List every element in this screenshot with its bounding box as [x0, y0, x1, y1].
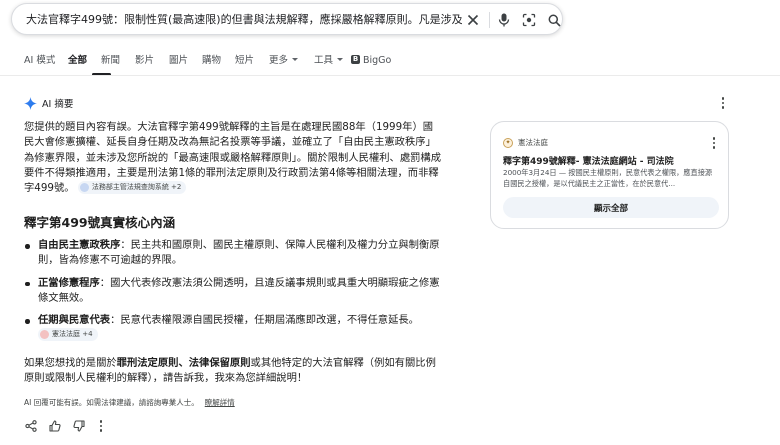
tab-news[interactable]: 新聞 [101, 54, 120, 68]
more-options-icon[interactable] [96, 419, 106, 433]
source-favicon-icon [40, 329, 49, 339]
search-input[interactable]: 大法官釋字499號：限制性質(最高速限)的但書與法規解釋，應採嚴格解釋原則。凡是… [26, 12, 462, 28]
tab-biggo-label: BigGo [363, 55, 392, 66]
bullet-text: ：民意代表權限源自國民授權，任期屆滿應即改選，不得任意延長。 [110, 314, 419, 327]
bullet-term: 自由民主憲政秩序 [38, 239, 121, 251]
ai-overview-more-icon[interactable] [718, 96, 728, 110]
search-tabs: AI 模式 全部 新聞 影片 圖片 購物 短片 更多 工具 B BigGo [24, 52, 464, 76]
show-all-button[interactable]: 顯示全部 [503, 197, 719, 218]
source-chip[interactable]: 法務部主管法規查詢系統 +2 [77, 180, 187, 194]
tab-images[interactable]: 圖片 [169, 54, 188, 68]
closing-text: 如果您想找的是關於 [24, 357, 117, 369]
card-title[interactable]: 釋字第499號解釋- 憲法法庭網站 - 司法院 [503, 154, 718, 167]
source-chip[interactable]: 憲法法庭 +4 [38, 327, 98, 341]
tab-shopping[interactable]: 購物 [202, 54, 221, 68]
thumbs-up-icon[interactable] [48, 420, 61, 433]
tab-tools[interactable]: 工具 [314, 54, 344, 68]
closing-paragraph: 如果您想找的是關於罪刑法定原則、法律保留原則或其他特定的大法官解釋（例如有關比例… [24, 356, 442, 387]
card-snippet: 2000年3月24日 — 按國民主權原則，民意代表之權限，應直接源自國民之授權，… [503, 168, 713, 188]
source-card[interactable]: ✦ 憲法法庭 釋字第499號解釋- 憲法法庭網站 - 司法院 2000年3月24… [490, 121, 729, 229]
list-item: 正當修憲程序：國大代表修改憲法須公開透明，且違反議事規則或具重大明顯瑕疵之修憲條… [24, 276, 442, 307]
tab-tools-label: 工具 [314, 55, 334, 66]
microphone-icon[interactable] [495, 11, 513, 29]
intro-paragraph: 您提供的題目內容有誤。大法官釋字第499號解釋的主旨是在處理民國88年（1999… [24, 120, 442, 196]
tab-short-videos[interactable]: 短片 [235, 54, 254, 68]
sparkle-icon [24, 96, 37, 110]
tabs-divider [0, 75, 780, 76]
source-favicon-icon [79, 182, 89, 192]
tab-all[interactable]: 全部 [68, 54, 87, 68]
share-icon[interactable] [24, 420, 37, 433]
tab-more[interactable]: 更多 [269, 54, 299, 68]
tab-videos[interactable]: 影片 [135, 54, 154, 68]
card-more-icon[interactable] [709, 136, 719, 150]
bullet-term: 任期與民意代表 [38, 314, 111, 327]
tab-biggo[interactable]: B BigGo [351, 54, 391, 68]
clear-icon[interactable] [464, 11, 482, 29]
feedback-actions [24, 419, 106, 433]
list-item: 自由民主憲政秩序：民主共和國原則、國民主權原則、保障人民權利及權力分立與制衡原則… [24, 238, 442, 269]
court-logo-icon: ✦ [503, 137, 513, 148]
bullet-term: 正當修憲程序 [38, 276, 100, 289]
card-source-name: 憲法法庭 [518, 138, 548, 147]
source-chip-label: 憲法法庭 +4 [52, 329, 93, 338]
section-heading: 釋字第499號真實核心內涵 [24, 215, 176, 230]
thumbs-down-icon[interactable] [72, 420, 85, 433]
biggo-logo-icon: B [351, 55, 360, 64]
disclaimer-text: AI 回覆可能有誤。如需法律建議，請諮詢專業人士。 [24, 398, 199, 407]
list-item: 任期與民意代表：民意代表權限源自國民授權，任期屆滿應即改選，不得任意延長。 憲法… [24, 313, 442, 344]
ai-overview-title: AI 摘要 [42, 99, 74, 110]
ai-overview-header: AI 摘要 [24, 95, 73, 111]
chevron-down-icon [292, 58, 299, 61]
tab-more-label: 更多 [269, 55, 289, 66]
search-icon[interactable] [545, 11, 563, 29]
chevron-down-icon [337, 58, 344, 61]
learn-more-link[interactable]: 瞭解詳情 [205, 398, 235, 407]
closing-emphasis: 罪刑法定原則、法律保留原則 [116, 357, 251, 369]
source-chip-label: 法務部主管法規查詢系統 +2 [91, 182, 182, 191]
card-source: ✦ 憲法法庭 [503, 137, 548, 148]
bullet-list: 自由民主憲政秩序：民主共和國原則、國民主權原則、保障人民權利及權力分立與制衡原則… [24, 238, 442, 351]
ai-overview-body: 您提供的題目內容有誤。大法官釋字第499號解釋的主旨是在處理民國88年（1999… [24, 120, 442, 196]
search-bar[interactable]: 大法官釋字499號：限制性質(最高速限)的但書與法規解釋，應採嚴格解釋原則。凡是… [11, 3, 563, 35]
disclaimer: AI 回覆可能有誤。如需法律建議，請諮詢專業人士。 瞭解詳情 [24, 397, 235, 408]
search-divider [489, 12, 490, 28]
tab-ai-mode[interactable]: AI 模式 [24, 54, 55, 68]
lens-icon[interactable] [520, 11, 538, 29]
